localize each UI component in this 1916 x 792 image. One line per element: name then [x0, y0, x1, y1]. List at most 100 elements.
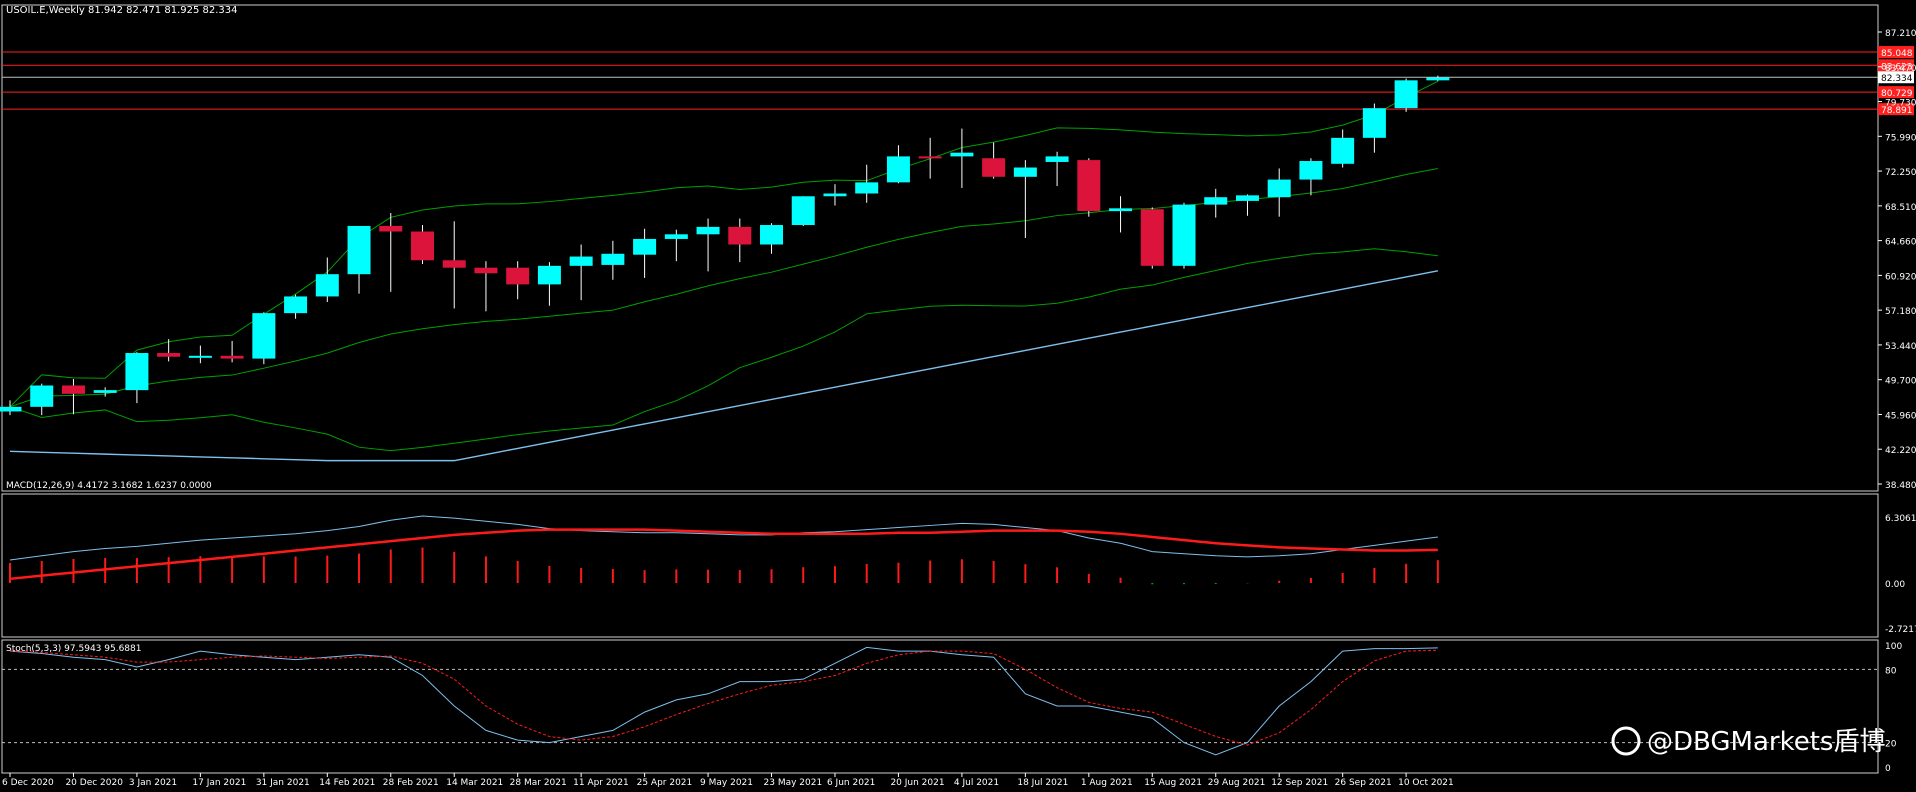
- panel-border-1: [1, 4, 1879, 492]
- time-tick-label: 9 May 2021: [700, 778, 753, 788]
- macd-title: MACD(12,26,9) 4.4172 3.1682 1.6237 0.000…: [6, 481, 212, 491]
- price-tick-label: 45.960: [1885, 411, 1916, 421]
- candle-body[interactable]: [696, 226, 720, 235]
- chart-canvas: 85.04883.62380.72978.89182.334 87.210 83.…: [0, 4, 1916, 788]
- time-tick-label: 6 Dec 2020: [2, 778, 54, 788]
- macd-panel[interactable]: [9, 515, 1439, 585]
- time-tick-label: 29 Aug 2021: [1208, 778, 1266, 788]
- candle-body[interactable]: [1235, 195, 1259, 201]
- time-tick-label: 3 Jan 2021: [129, 778, 177, 788]
- candle-body[interactable]: [1172, 204, 1196, 266]
- candle-body[interactable]: [1362, 108, 1386, 138]
- price-tick-label: 57.180: [1885, 307, 1916, 317]
- panel-border-2: [1, 493, 1879, 638]
- time-tick-label: 14 Mar 2021: [446, 778, 503, 788]
- stoch-tick-label: 0: [1885, 764, 1891, 774]
- time-tick-label: 15 Aug 2021: [1144, 778, 1202, 788]
- price-tick-label: 53.440: [1885, 342, 1916, 352]
- time-tick-label: 11 Apr 2021: [573, 778, 629, 788]
- candle-body[interactable]: [1426, 77, 1450, 81]
- price-tick-label: 83.470: [1885, 64, 1916, 74]
- price-tick-label: 49.700: [1885, 377, 1916, 387]
- candle-body[interactable]: [886, 156, 910, 183]
- time-axis: 6 Dec 2020 20 Dec 2020 3 Jan 2021 17 Jan 20…: [2, 773, 1454, 788]
- time-tick-label: 28 Feb 2021: [383, 778, 439, 788]
- candle-body[interactable]: [442, 260, 466, 268]
- stoch-title: Stoch(5,3,3) 97.5943 95.6881: [6, 644, 141, 654]
- candle-body[interactable]: [601, 253, 625, 265]
- candle-body[interactable]: [61, 385, 85, 394]
- price-tick-label: 38.480: [1885, 481, 1916, 491]
- candle-body[interactable]: [823, 193, 847, 197]
- candle-body[interactable]: [537, 265, 561, 285]
- time-tick-label: 14 Feb 2021: [319, 778, 375, 788]
- watermark-text: @DBGMarkets盾博: [1647, 727, 1885, 757]
- candle-body[interactable]: [1204, 197, 1228, 205]
- candle-body[interactable]: [1299, 161, 1323, 180]
- candle-body[interactable]: [855, 182, 879, 194]
- candle-body[interactable]: [315, 274, 339, 297]
- candle-body[interactable]: [0, 406, 22, 412]
- candle-body[interactable]: [664, 234, 688, 239]
- candle-body[interactable]: [93, 390, 117, 393]
- candle-body[interactable]: [252, 313, 276, 359]
- candle-body[interactable]: [1077, 160, 1101, 212]
- macd-signal-line: [9, 528, 1438, 581]
- price-tick-label: 42.220: [1885, 446, 1916, 456]
- candle-body[interactable]: [982, 158, 1006, 177]
- time-tick-label: 18 Jul 2021: [1017, 778, 1068, 788]
- candle-body[interactable]: [220, 355, 244, 359]
- candle-body[interactable]: [347, 225, 371, 275]
- stochastic-panel[interactable]: [2, 646, 1878, 756]
- current-price-label: 82.334: [1881, 74, 1913, 84]
- panel-border-3: [1, 639, 1879, 774]
- price-tick-label: 68.510: [1885, 203, 1916, 213]
- candle-body[interactable]: [791, 196, 815, 226]
- candle-body[interactable]: [633, 238, 657, 255]
- candle-body[interactable]: [284, 296, 308, 314]
- time-tick-label: 17 Jan 2021: [192, 778, 246, 788]
- time-tick-label: 20 Dec 2020: [65, 778, 123, 788]
- stoch-tick-label: 100: [1885, 642, 1902, 652]
- candle-body[interactable]: [1267, 179, 1291, 198]
- candle-body[interactable]: [950, 152, 974, 157]
- candle-body[interactable]: [1045, 156, 1069, 162]
- weibo-logo-icon: [1611, 726, 1641, 756]
- price-tick-label: 75.990: [1885, 133, 1916, 143]
- stoch-tick-label: 20: [1885, 740, 1897, 750]
- time-tick-label: 28 Mar 2021: [510, 778, 567, 788]
- moving-average-line: [9, 270, 1438, 462]
- candle-body[interactable]: [1394, 80, 1418, 109]
- symbol-title: USOIL.E,Weekly 81.942 82.471 81.925 82.3…: [6, 5, 238, 16]
- macd-line: [9, 515, 1438, 561]
- candle-body[interactable]: [918, 156, 942, 159]
- macd-tick-label: 0.00: [1885, 580, 1905, 590]
- candle-body[interactable]: [188, 355, 212, 358]
- time-tick-label: 26 Sep 2021: [1335, 778, 1392, 788]
- candle-body[interactable]: [728, 226, 752, 245]
- candle-body[interactable]: [157, 353, 181, 357]
- stoch-d-line: [9, 649, 1438, 746]
- candle-body[interactable]: [760, 225, 784, 245]
- time-tick-label: 6 Jun 2021: [827, 778, 875, 788]
- macd-tick-label: -2.7217: [1885, 625, 1916, 635]
- time-tick-label: 25 Apr 2021: [637, 778, 693, 788]
- candle-body[interactable]: [1109, 208, 1133, 212]
- panel-frames: [1, 4, 1879, 774]
- candle-body[interactable]: [1140, 209, 1164, 266]
- time-tick-label: 20 Jun 2021: [890, 778, 944, 788]
- time-tick-label: 23 May 2021: [764, 778, 823, 788]
- price-panel[interactable]: 85.04883.62380.72978.89182.334: [0, 46, 1914, 462]
- bollinger-lower-line: [9, 248, 1438, 452]
- candle-body[interactable]: [410, 231, 434, 261]
- candle-body[interactable]: [125, 353, 149, 391]
- candle-body[interactable]: [506, 267, 530, 285]
- candle-body[interactable]: [379, 225, 403, 232]
- candle-body[interactable]: [1013, 167, 1037, 177]
- candle-body[interactable]: [474, 267, 498, 274]
- candle-body[interactable]: [30, 385, 54, 407]
- price-tick-label: 87.210: [1885, 29, 1916, 39]
- candle-body[interactable]: [569, 256, 593, 266]
- stoch-tick-label: 80: [1885, 666, 1897, 676]
- candle-body[interactable]: [1331, 137, 1355, 164]
